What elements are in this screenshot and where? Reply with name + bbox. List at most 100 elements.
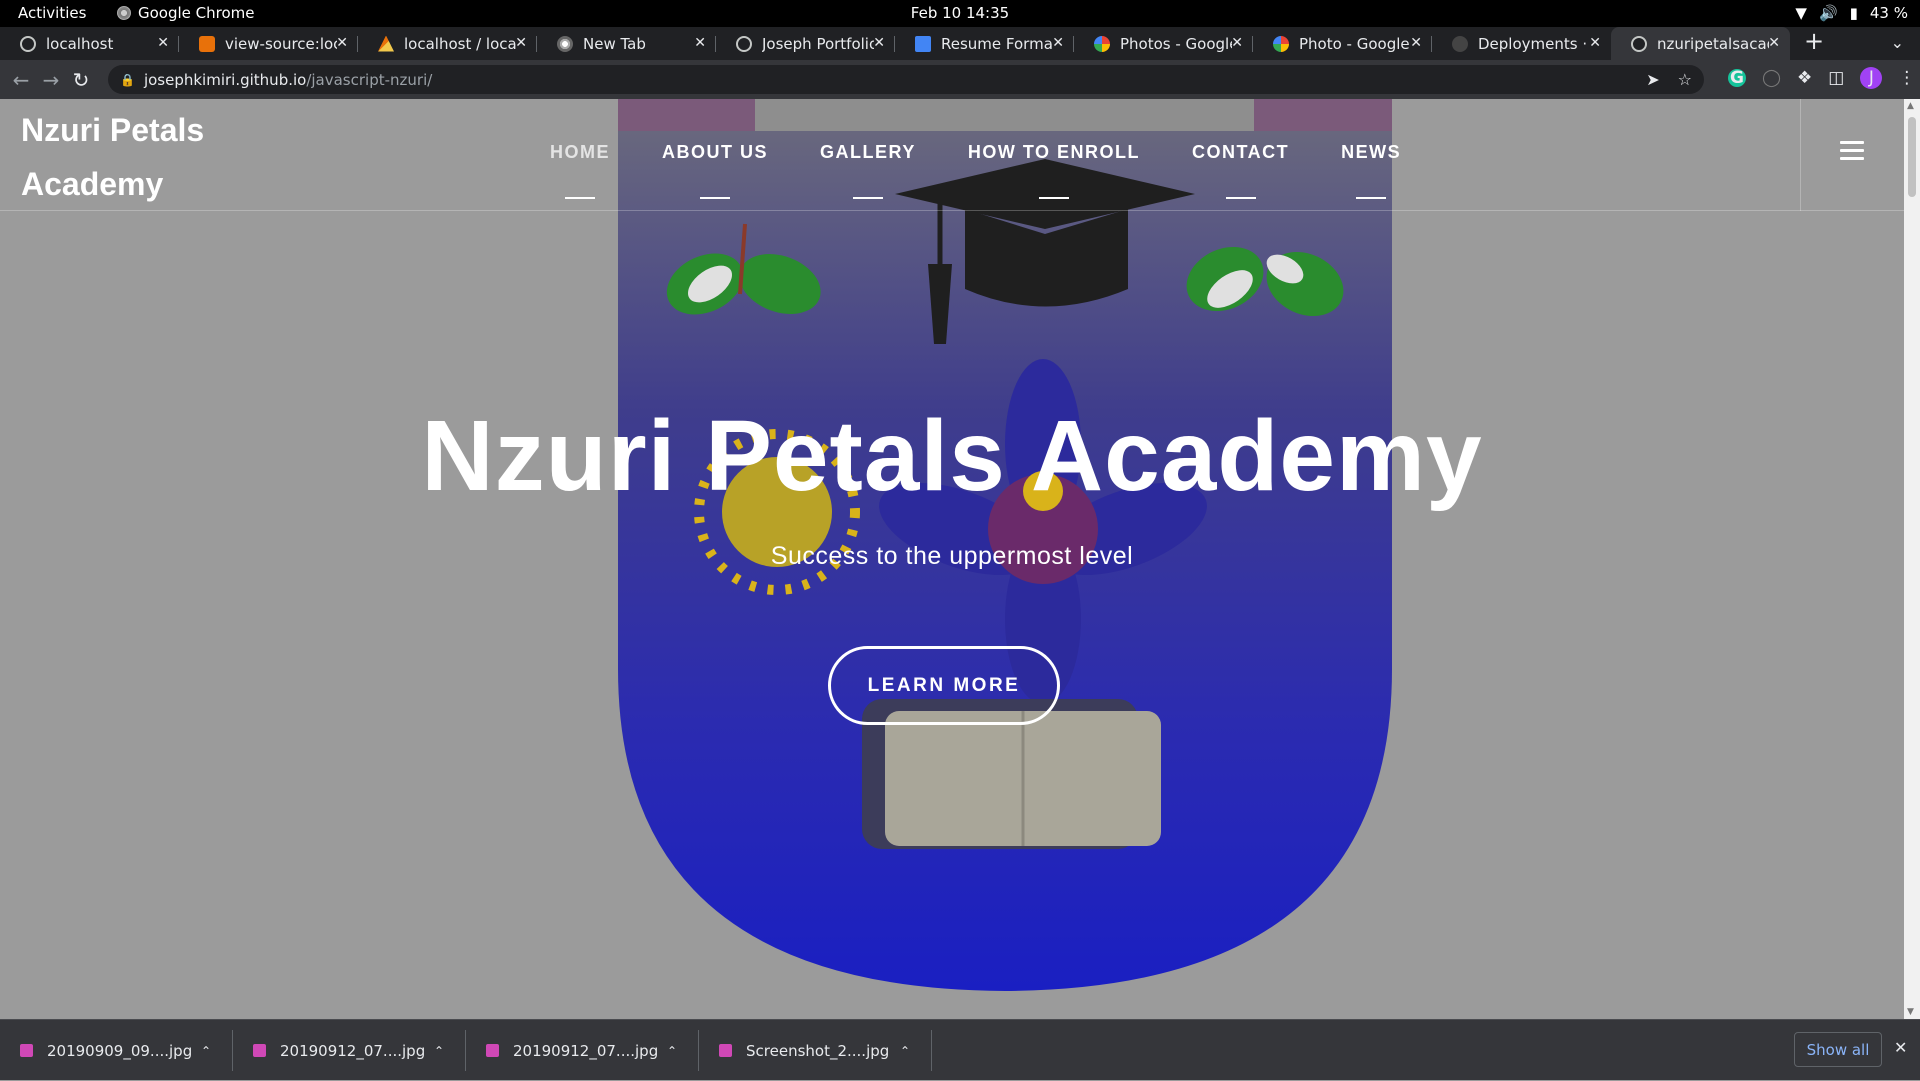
wifi-icon: ▼ bbox=[1795, 4, 1807, 22]
extension-icon[interactable]: ◯ bbox=[1762, 68, 1781, 88]
tab-title: Joseph Portfolio bbox=[762, 34, 874, 53]
learn-more-button[interactable]: LEARN MORE bbox=[828, 646, 1060, 725]
tab-title: New Tab bbox=[583, 34, 646, 53]
app-name: Google Chrome bbox=[138, 4, 255, 22]
nav-item-label: HOW TO ENROLL bbox=[967, 142, 1141, 162]
avatar[interactable]: J bbox=[1860, 67, 1883, 89]
tab[interactable]: Deployments · jo ✕ bbox=[1432, 27, 1611, 60]
chevron-up-icon[interactable]: ⌃ bbox=[667, 1044, 677, 1058]
close-icon[interactable]: ✕ bbox=[1052, 35, 1064, 51]
tab-active[interactable]: nzuripetalsacade ✕ bbox=[1611, 27, 1790, 60]
close-icon[interactable]: ✕ bbox=[157, 35, 169, 51]
download-filename: 20190912_07....jpg bbox=[280, 1041, 426, 1060]
bookmark-star-icon[interactable]: ☆ bbox=[1678, 70, 1692, 89]
clock[interactable]: Feb 10 14:35 bbox=[0, 4, 1920, 22]
close-icon[interactable]: ✕ bbox=[515, 35, 527, 51]
close-icon[interactable]: ✕ bbox=[1768, 35, 1780, 51]
app-menu[interactable]: Google Chrome bbox=[117, 4, 255, 22]
tab-title: localhost / localh bbox=[404, 34, 516, 53]
main-nav: HOME ABOUT US GALLERY HOW TO ENROLL CONT… bbox=[524, 99, 1427, 211]
nav-underline bbox=[1356, 197, 1387, 199]
nav-item-how-to-enroll[interactable]: HOW TO ENROLL bbox=[942, 124, 1166, 199]
globe-icon bbox=[1631, 35, 1647, 52]
close-icon[interactable]: ✕ bbox=[1410, 35, 1422, 51]
tab[interactable]: Joseph Portfolio ✕ bbox=[716, 27, 895, 60]
github-icon bbox=[1452, 35, 1468, 52]
nav-item-label: ABOUT US bbox=[662, 142, 768, 162]
tab[interactable]: Resume Format ✕ bbox=[895, 27, 1074, 60]
scroll-down-icon[interactable]: ▼ bbox=[1907, 1007, 1914, 1017]
header-divider bbox=[1800, 99, 1801, 211]
tab[interactable]: Photo - Google P ✕ bbox=[1253, 27, 1432, 60]
nav-item-contact[interactable]: CONTACT bbox=[1166, 124, 1315, 199]
tab[interactable]: localhost ✕ bbox=[0, 27, 179, 60]
system-tray[interactable]: ▼ 🔊 ▮ 43 % bbox=[1795, 4, 1908, 22]
download-item[interactable]: Screenshot_2....jpg ⌃ bbox=[699, 1020, 932, 1081]
close-icon[interactable]: ✕ bbox=[336, 35, 348, 51]
extensions-area: G ◯ ❖ ◫ J ⋮ bbox=[1728, 67, 1915, 89]
more-menu-icon[interactable]: ⋮ bbox=[1898, 68, 1915, 88]
site-header: Nzuri Petals Academy HOME ABOUT US GALLE… bbox=[0, 99, 1904, 211]
page-scrollbar[interactable]: ▲ ▼ bbox=[1904, 99, 1920, 1019]
nav-underline bbox=[852, 197, 883, 199]
activities-button[interactable]: Activities bbox=[18, 4, 86, 22]
chevron-up-icon[interactable]: ⌃ bbox=[201, 1044, 211, 1058]
battery-icon: ▮ bbox=[1849, 4, 1858, 22]
nav-underline bbox=[1038, 197, 1069, 199]
lock-icon[interactable]: 🔒 bbox=[120, 73, 135, 87]
tab-title: localhost bbox=[46, 34, 114, 53]
send-icon[interactable]: ➤ bbox=[1646, 70, 1659, 89]
globe-icon bbox=[20, 35, 36, 52]
globe-icon bbox=[736, 35, 752, 52]
chrome-icon bbox=[117, 6, 131, 20]
download-item[interactable]: 20190912_07....jpg ⌃ bbox=[466, 1020, 699, 1081]
reload-icon[interactable]: ↻ bbox=[66, 68, 96, 92]
close-icon[interactable]: ✕ bbox=[1894, 1038, 1907, 1057]
back-icon[interactable]: ← bbox=[6, 68, 36, 92]
hamburger-menu-icon[interactable] bbox=[1840, 141, 1864, 165]
nav-underline bbox=[565, 197, 595, 199]
download-shelf: 20190909_09....jpg ⌃ 20190912_07....jpg … bbox=[0, 1019, 1920, 1080]
docs-icon bbox=[915, 35, 931, 52]
close-icon[interactable]: ✕ bbox=[694, 35, 706, 51]
chevron-up-icon[interactable]: ⌃ bbox=[900, 1044, 910, 1058]
nav-underline bbox=[700, 197, 730, 199]
chevron-up-icon[interactable]: ⌃ bbox=[434, 1044, 444, 1058]
download-item[interactable]: 20190909_09....jpg ⌃ bbox=[0, 1020, 233, 1081]
tab-title: view-source:loca bbox=[225, 34, 337, 53]
image-file-icon bbox=[253, 1044, 266, 1057]
close-icon[interactable]: ✕ bbox=[1231, 35, 1243, 51]
image-file-icon bbox=[20, 1044, 33, 1057]
tab-title: Resume Format bbox=[941, 34, 1053, 53]
tab[interactable]: New Tab ✕ bbox=[537, 27, 716, 60]
address-bar[interactable]: 🔒 josephkimiri.github.io/javascript-nzur… bbox=[108, 65, 1704, 94]
forward-icon[interactable]: → bbox=[36, 68, 66, 92]
photos-icon bbox=[1273, 35, 1289, 52]
site-brand[interactable]: Nzuri Petals Academy bbox=[21, 103, 241, 211]
side-panel-icon[interactable]: ◫ bbox=[1828, 68, 1844, 88]
tab-title: Photo - Google P bbox=[1299, 34, 1411, 53]
nav-item-label: GALLERY bbox=[820, 142, 916, 162]
tab-strip: localhost ✕ view-source:loca ✕ localhost… bbox=[0, 27, 1920, 60]
nav-item-about-us[interactable]: ABOUT US bbox=[636, 124, 794, 199]
tab[interactable]: Photos - Google P ✕ bbox=[1074, 27, 1253, 60]
hero-subtitle: Success to the uppermost level bbox=[770, 542, 1134, 570]
grammarly-icon[interactable]: G bbox=[1728, 69, 1746, 87]
new-tab-button[interactable]: + bbox=[1804, 27, 1824, 55]
nav-item-gallery[interactable]: GALLERY bbox=[794, 124, 942, 199]
close-icon[interactable]: ✕ bbox=[1589, 35, 1601, 51]
tab-search-icon[interactable]: ⌄ bbox=[1891, 33, 1904, 52]
download-item[interactable]: 20190912_07....jpg ⌃ bbox=[233, 1020, 466, 1081]
tab[interactable]: view-source:loca ✕ bbox=[179, 27, 358, 60]
tab[interactable]: localhost / localh ✕ bbox=[358, 27, 537, 60]
scroll-up-icon[interactable]: ▲ bbox=[1907, 101, 1914, 111]
puzzle-icon[interactable]: ❖ bbox=[1797, 68, 1812, 88]
nav-item-home[interactable]: HOME bbox=[524, 124, 636, 199]
nav-item-label: CONTACT bbox=[1192, 142, 1290, 162]
scrollbar-thumb[interactable] bbox=[1908, 117, 1916, 197]
close-icon[interactable]: ✕ bbox=[873, 35, 885, 51]
photos-icon bbox=[1094, 35, 1110, 52]
image-file-icon bbox=[486, 1044, 499, 1057]
nav-item-news[interactable]: NEWS bbox=[1315, 124, 1427, 199]
show-all-downloads-button[interactable]: Show all bbox=[1794, 1032, 1882, 1067]
